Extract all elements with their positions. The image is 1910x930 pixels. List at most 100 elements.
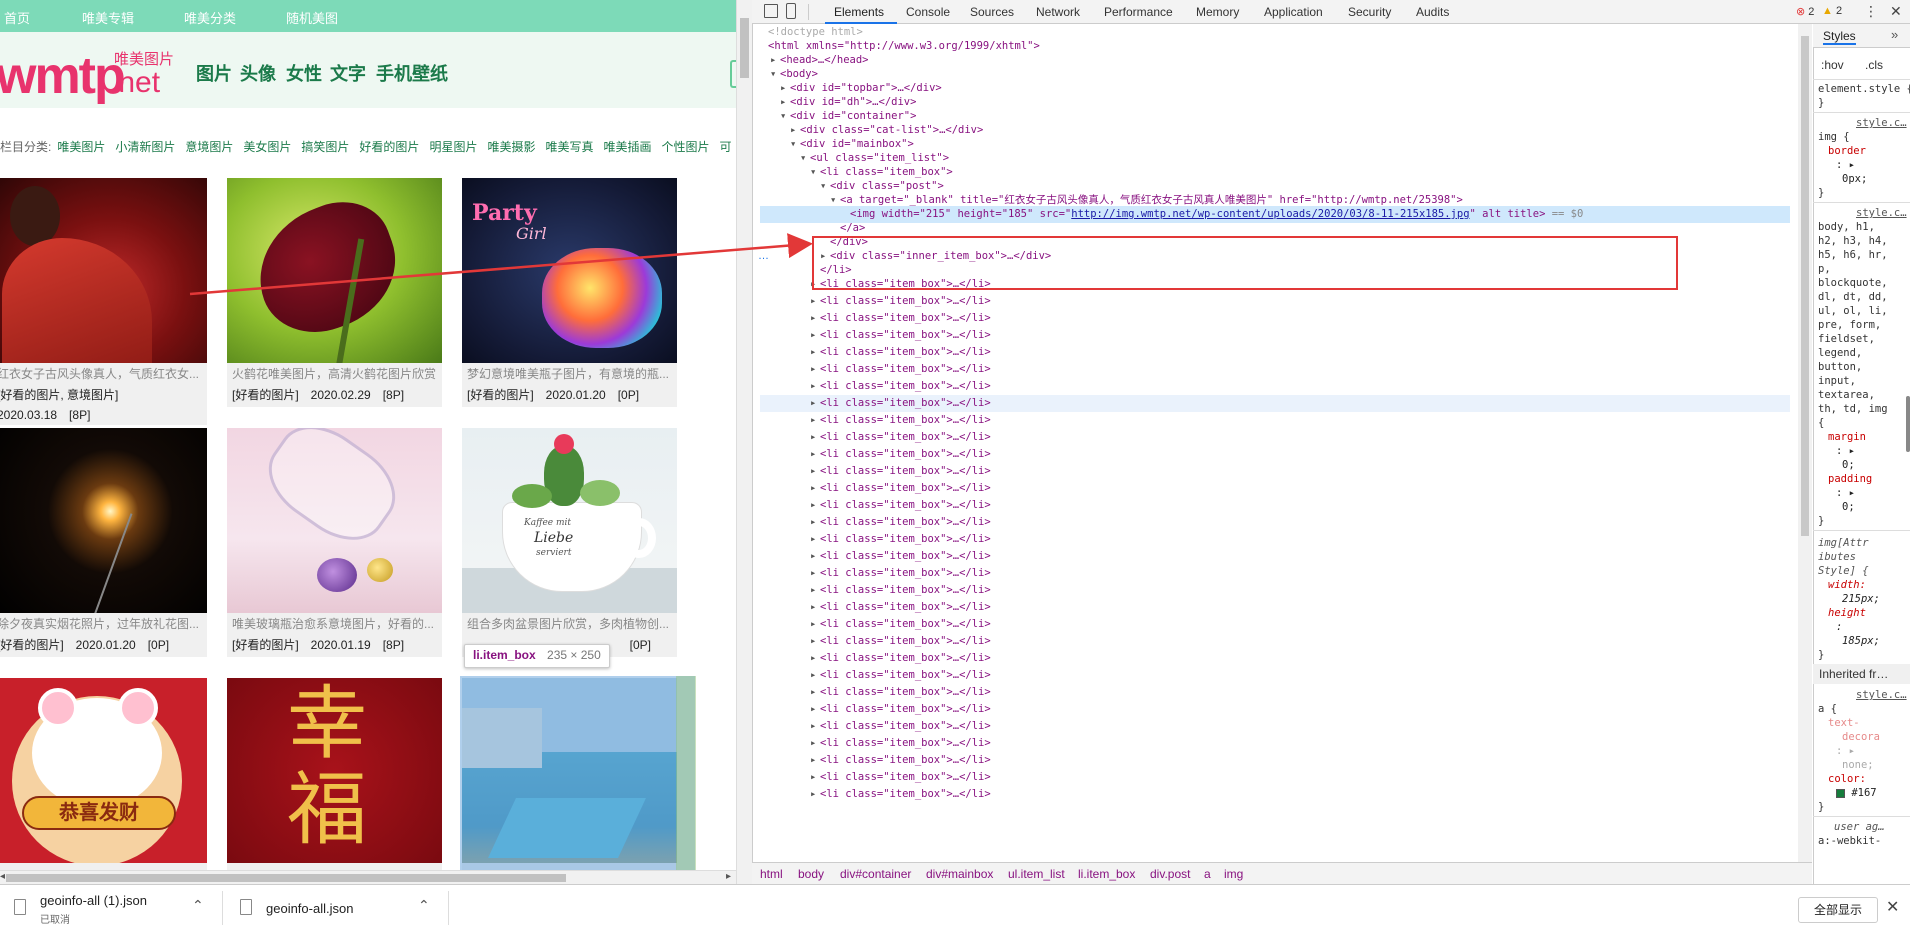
expand-triangle-icon[interactable]: ▸ — [810, 514, 820, 531]
dom-line-li-collapsed[interactable]: ▸ <li class="item_box">…</li> — [760, 429, 1790, 446]
card-image-mouse[interactable]: 恭喜发财 — [0, 678, 207, 863]
tab-security[interactable]: Security — [1348, 5, 1391, 19]
scrollbar-thumb[interactable] — [1801, 36, 1809, 536]
dom-line-li-collapsed[interactable]: ▸ <li class="item_box">…</li> — [760, 344, 1790, 361]
item-card[interactable]: 恭喜发财 — [0, 678, 207, 870]
site-horizontal-scrollbar[interactable]: ◂ ▸ — [0, 870, 736, 884]
item-card[interactable]: 火鹤花唯美图片，高清火鹤花图片欣赏 [好看的图片] 2020.02.29 [8P… — [227, 178, 442, 407]
dom-line-li-collapsed[interactable]: ▸ <li class="item_box">…</li> — [760, 480, 1790, 497]
expand-triangle-icon[interactable]: ▸ — [810, 735, 820, 752]
style-source-link[interactable]: style.c… — [1856, 206, 1907, 220]
style-prop-value[interactable]: 0; — [1842, 500, 1855, 514]
dom-line-li-collapsed[interactable]: ▸ <li class="item_box">…</li> — [760, 514, 1790, 531]
dom-line-li-collapsed[interactable]: ▸ <li class="item_box">…</li> — [760, 599, 1790, 616]
dom-line-li-collapsed[interactable]: ▸ <li class="item_box">…</li> — [760, 718, 1790, 735]
expand-triangle-icon[interactable]: ▸ — [810, 786, 820, 803]
mainnav-pictures[interactable]: 图片 — [196, 60, 232, 86]
card-caption[interactable]: 唯美玻璃瓶治愈系意境图片，好看的... — [227, 613, 442, 635]
dom-line-li-collapsed[interactable]: ▸ <li class="item_box">…</li> — [760, 548, 1790, 565]
expand-triangle-icon[interactable]: ▸ — [810, 412, 820, 429]
style-rule-selector[interactable]: h2, h3, h4, — [1818, 234, 1888, 248]
category-link[interactable]: 唯美图片 — [57, 140, 105, 154]
chevron-up-icon[interactable]: ⌃ — [192, 897, 204, 914]
topnav-random-link[interactable]: 随机美图 — [286, 8, 338, 27]
style-rule-selector[interactable]: th, td, img — [1818, 402, 1888, 416]
dom-line-li-collapsed[interactable]: ▸ <li class="item_box">…</li> — [760, 735, 1790, 752]
mainnav-text[interactable]: 文字 — [330, 60, 366, 86]
expand-triangle-icon[interactable]: ▸ — [810, 327, 820, 344]
topnav-albums-link[interactable]: 唯美专辑 — [82, 8, 134, 27]
dom-line-li-collapsed[interactable]: ▸ <li class="item_box">…</li> — [760, 650, 1790, 667]
breadcrumb-item[interactable]: a — [1204, 867, 1211, 881]
expand-triangle-icon[interactable]: ▸ — [810, 633, 820, 650]
style-rule-selector[interactable]: legend, — [1818, 346, 1862, 360]
expand-triangle-icon[interactable]: ▸ — [810, 429, 820, 446]
item-card[interactable]: Party Girl 梦幻意境唯美瓶子图片，有意境的瓶... [好看的图片] 2… — [462, 178, 677, 407]
dom-line-li-collapsed[interactable]: ▸ <li class="item_box">…</li> — [760, 463, 1790, 480]
style-rule-selector[interactable]: fieldset, — [1818, 332, 1875, 346]
dom-line-li-collapsed[interactable]: ▸ <li class="item_box">…</li> — [760, 701, 1790, 718]
style-rule-selector[interactable]: { — [1818, 416, 1824, 430]
expand-triangle-icon[interactable]: ▸ — [810, 446, 820, 463]
show-all-downloads-button[interactable]: 全部显示 — [1798, 897, 1878, 923]
expand-triangle-icon[interactable]: ▸ — [810, 497, 820, 514]
card-image-fu[interactable]: 幸 福 — [227, 678, 442, 863]
close-download-bar-icon[interactable]: ✕ — [1886, 897, 1899, 917]
style-source-link[interactable]: style.c… — [1856, 688, 1907, 702]
card-caption[interactable]: 火鹤花唯美图片，高清火鹤花图片欣赏 — [227, 363, 442, 385]
category-link[interactable]: 唯美摄影 — [487, 140, 535, 154]
style-rule-selector[interactable]: textarea, — [1818, 388, 1875, 402]
style-rule-selector[interactable]: body, h1, — [1818, 220, 1875, 234]
expand-triangle-icon[interactable]: ▸ — [810, 548, 820, 565]
card-image-glass-jar[interactable] — [227, 428, 442, 613]
more-options-icon[interactable]: ⋮ — [1864, 3, 1878, 20]
expand-triangle-icon[interactable]: ▸ — [810, 463, 820, 480]
dom-line-li-collapsed[interactable]: ▸ <li class="item_box">…</li> — [760, 786, 1790, 803]
style-rule-selector[interactable]: input, — [1818, 374, 1856, 388]
site-vertical-scrollbar[interactable] — [736, 0, 752, 884]
breadcrumb-item[interactable]: div.post — [1150, 867, 1190, 881]
dom-line-li-collapsed[interactable]: ▸ <li class="item_box">…</li> — [760, 565, 1790, 582]
dom-line-li-collapsed[interactable]: ▸ <li class="item_box">…</li> — [760, 412, 1790, 429]
item-card[interactable]: Kaffee mit Liebe serviert 组合多肉盆景图片欣赏，多肉植… — [462, 428, 677, 657]
dom-line-li-collapsed[interactable]: ▸ <li class="item_box">…</li> — [760, 378, 1790, 395]
category-link[interactable]: 美女图片 — [243, 140, 291, 154]
tab-audits[interactable]: Audits — [1416, 5, 1449, 19]
style-element-selector[interactable]: element.style { — [1818, 82, 1910, 96]
tab-performance[interactable]: Performance — [1104, 5, 1173, 19]
dom-line-li-collapsed[interactable]: ▸ <li class="item_box">…</li> — [760, 667, 1790, 684]
device-toolbar-icon[interactable] — [786, 3, 796, 19]
more-tabs-icon[interactable]: » — [1891, 27, 1898, 42]
expand-triangle-icon[interactable]: ▸ — [810, 293, 820, 310]
tab-elements[interactable]: Elements — [834, 5, 884, 19]
mainnav-avatars[interactable]: 头像 — [240, 60, 276, 86]
tab-application[interactable]: Application — [1264, 5, 1323, 19]
dom-line-li-collapsed[interactable]: ▸ <li class="item_box">…</li> — [760, 531, 1790, 548]
styles-pane-resizer[interactable] — [1906, 396, 1910, 452]
breadcrumb-item[interactable]: img — [1224, 867, 1243, 881]
category-link[interactable]: 搞笑图片 — [301, 140, 349, 154]
chevron-up-icon[interactable]: ⌃ — [418, 897, 430, 914]
category-link[interactable]: 可 — [720, 140, 732, 154]
breadcrumb-item[interactable]: body — [798, 867, 824, 881]
dom-line-li-collapsed[interactable]: ▸ <li class="item_box">…</li> — [760, 293, 1790, 310]
dom-line-li-collapsed[interactable]: ▸ <li class="item_box">…</li> — [760, 310, 1790, 327]
card-image-succulent-cup[interactable]: Kaffee mit Liebe serviert — [462, 428, 677, 613]
style-prop-name[interactable]: color: — [1828, 772, 1866, 786]
color-swatch-icon[interactable] — [1836, 788, 1845, 798]
download-filename[interactable]: geoinfo-all (1).json — [40, 893, 147, 908]
expand-triangle-icon[interactable]: ▸ — [810, 752, 820, 769]
class-toggle[interactable]: .cls — [1865, 58, 1883, 72]
style-rule-selector[interactable]: h5, h6, hr, — [1818, 248, 1888, 262]
dom-tree-scrollbar[interactable] — [1798, 24, 1812, 862]
style-rule-selector[interactable]: pre, form, — [1818, 318, 1881, 332]
style-prop-value[interactable]: 0px; — [1842, 172, 1867, 186]
scrollbar-thumb[interactable] — [6, 874, 566, 882]
expand-triangle-icon[interactable]: ▸ — [810, 616, 820, 633]
expand-triangle-icon[interactable]: ▸ — [810, 718, 820, 735]
expand-triangle-icon[interactable]: ▸ — [810, 480, 820, 497]
item-card[interactable]: 唯美玻璃瓶治愈系意境图片，好看的... [好看的图片] 2020.01.19 [… — [227, 428, 442, 657]
style-color-value[interactable]: #167 — [1836, 786, 1877, 800]
style-prop-value[interactable]: none; — [1842, 758, 1874, 772]
expand-triangle-icon[interactable]: ▸ — [810, 599, 820, 616]
